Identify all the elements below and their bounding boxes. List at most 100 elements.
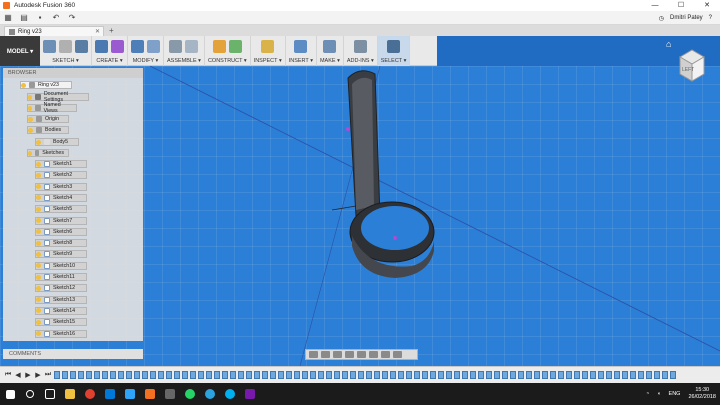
timeline-feature[interactable]	[470, 371, 476, 379]
timeline-feature[interactable]	[670, 371, 676, 379]
network-icon[interactable]: ◔	[646, 391, 649, 397]
visibility-bulb-icon[interactable]	[36, 263, 41, 269]
sketch-node[interactable]: Sketch3	[35, 182, 87, 191]
timeline-feature[interactable]	[134, 371, 140, 379]
timeline-feature[interactable]	[102, 371, 108, 379]
timeline-feature[interactable]	[86, 371, 92, 379]
browser-node[interactable]: Sketches	[27, 149, 69, 157]
add-ins-group[interactable]: ADD-INS ▾	[344, 36, 378, 66]
comments-panel[interactable]: COMMENTS	[3, 349, 143, 359]
data-panel-icon[interactable]: ▦	[0, 13, 16, 22]
timeline-feature[interactable]	[574, 371, 580, 379]
timeline-feature[interactable]	[542, 371, 548, 379]
display-settings-icon[interactable]	[369, 351, 378, 358]
sketch-node[interactable]: Sketch1	[35, 160, 87, 168]
viewports-icon[interactable]	[393, 351, 402, 358]
timeline-feature[interactable]	[646, 371, 652, 379]
timeline-feature[interactable]	[214, 371, 220, 379]
timeline-feature[interactable]	[454, 371, 460, 379]
play-icon[interactable]: ▶	[24, 371, 32, 379]
sketch-point[interactable]	[346, 127, 350, 131]
visibility-bulb-icon[interactable]	[36, 308, 41, 314]
onenote-button[interactable]	[240, 383, 260, 405]
timeline-feature[interactable]	[198, 371, 204, 379]
sketch-node[interactable]: Sketch12	[35, 284, 87, 293]
timeline-feature[interactable]	[446, 371, 452, 379]
visibility-bulb-icon[interactable]	[36, 319, 41, 325]
timeline-feature[interactable]	[142, 371, 148, 379]
home-view-icon[interactable]: ⌂	[666, 39, 671, 49]
sketch-group[interactable]: SKETCH ▾	[40, 36, 92, 66]
timeline-feature[interactable]	[342, 371, 348, 379]
input-language[interactable]: ENG	[669, 391, 681, 397]
timeline-feature[interactable]	[334, 371, 340, 379]
grid-settings-icon[interactable]	[381, 351, 390, 358]
timeline-feature[interactable]	[486, 371, 492, 379]
timeline-feature[interactable]	[70, 371, 76, 379]
browser-node[interactable]: Bodies	[27, 126, 69, 134]
visibility-bulb-icon[interactable]	[28, 94, 33, 100]
visibility-bulb-icon[interactable]	[36, 172, 41, 178]
timeline-feature[interactable]	[182, 371, 188, 379]
sketch-node[interactable]: Sketch14	[35, 306, 87, 315]
undo-icon[interactable]: ↶	[48, 13, 64, 22]
timeline-feature[interactable]	[462, 371, 468, 379]
visibility-bulb-icon[interactable]	[36, 285, 41, 291]
go-to-start-icon[interactable]: ⏮	[4, 371, 12, 379]
sketch-node[interactable]: Sketch7	[35, 216, 87, 225]
visibility-bulb-icon[interactable]	[28, 127, 33, 133]
job-status-icon[interactable]: ◷	[659, 15, 664, 22]
timeline-feature[interactable]	[286, 371, 292, 379]
timeline-feature[interactable]	[622, 371, 628, 379]
visibility-bulb-icon[interactable]	[36, 184, 41, 190]
timeline-feature[interactable]	[238, 371, 244, 379]
viewcube[interactable]: LEFT	[676, 47, 708, 85]
timeline-feature[interactable]	[326, 371, 332, 379]
sketch-node[interactable]: Sketch2	[35, 171, 87, 180]
skype-button[interactable]	[220, 383, 240, 405]
orbit-icon[interactable]	[309, 351, 318, 358]
explorer-button[interactable]	[60, 383, 80, 405]
timeline-feature[interactable]	[638, 371, 644, 379]
timeline-feature[interactable]	[254, 371, 260, 379]
timeline-feature[interactable]	[246, 371, 252, 379]
timeline-feature[interactable]	[366, 371, 372, 379]
visibility-bulb-icon[interactable]	[28, 105, 33, 111]
file-menu-icon[interactable]: ▤	[16, 13, 32, 22]
timeline-feature[interactable]	[550, 371, 556, 379]
timeline-feature[interactable]	[374, 371, 380, 379]
timeline-feature[interactable]	[278, 371, 284, 379]
sketch-node[interactable]: Sketch11	[35, 273, 87, 281]
visibility-bulb-icon[interactable]	[21, 82, 26, 88]
timeline-feature[interactable]	[390, 371, 396, 379]
timeline-feature[interactable]	[174, 371, 180, 379]
timeline-feature[interactable]	[630, 371, 636, 379]
timeline-feature[interactable]	[414, 371, 420, 379]
visibility-bulb-icon[interactable]	[36, 274, 41, 280]
browser-node[interactable]: Body5	[35, 138, 79, 146]
timeline-feature[interactable]	[166, 371, 172, 379]
timeline-feature[interactable]	[518, 371, 524, 379]
timeline-feature[interactable]	[582, 371, 588, 379]
timeline-feature[interactable]	[510, 371, 516, 379]
zoom-icon[interactable]	[345, 351, 354, 358]
timeline-feature[interactable]	[222, 371, 228, 379]
close-tab-icon[interactable]: ✕	[95, 28, 100, 35]
visibility-bulb-icon[interactable]	[36, 297, 41, 303]
sketch-node[interactable]: Sketch9	[35, 250, 87, 259]
timeline-feature[interactable]	[270, 371, 276, 379]
select-group[interactable]: SELECT ▾	[377, 36, 411, 66]
timeline-feature[interactable]	[310, 371, 316, 379]
sketch-node[interactable]: Sketch13	[35, 295, 87, 304]
timeline-feature[interactable]	[566, 371, 572, 379]
new-tab-icon[interactable]: +	[109, 26, 114, 36]
close-button[interactable]: ✕	[694, 0, 720, 11]
maximize-button[interactable]: ☐	[668, 0, 694, 11]
sketch-node[interactable]: Sketch5	[35, 205, 87, 214]
tree-root[interactable]: Ring v23	[20, 81, 72, 89]
assemble-group[interactable]: ASSEMBLE ▾	[164, 36, 205, 66]
visibility-bulb-icon[interactable]	[36, 195, 41, 201]
timeline-feature[interactable]	[662, 371, 668, 379]
visibility-bulb-icon[interactable]	[28, 150, 32, 156]
timeline-feature[interactable]	[150, 371, 156, 379]
